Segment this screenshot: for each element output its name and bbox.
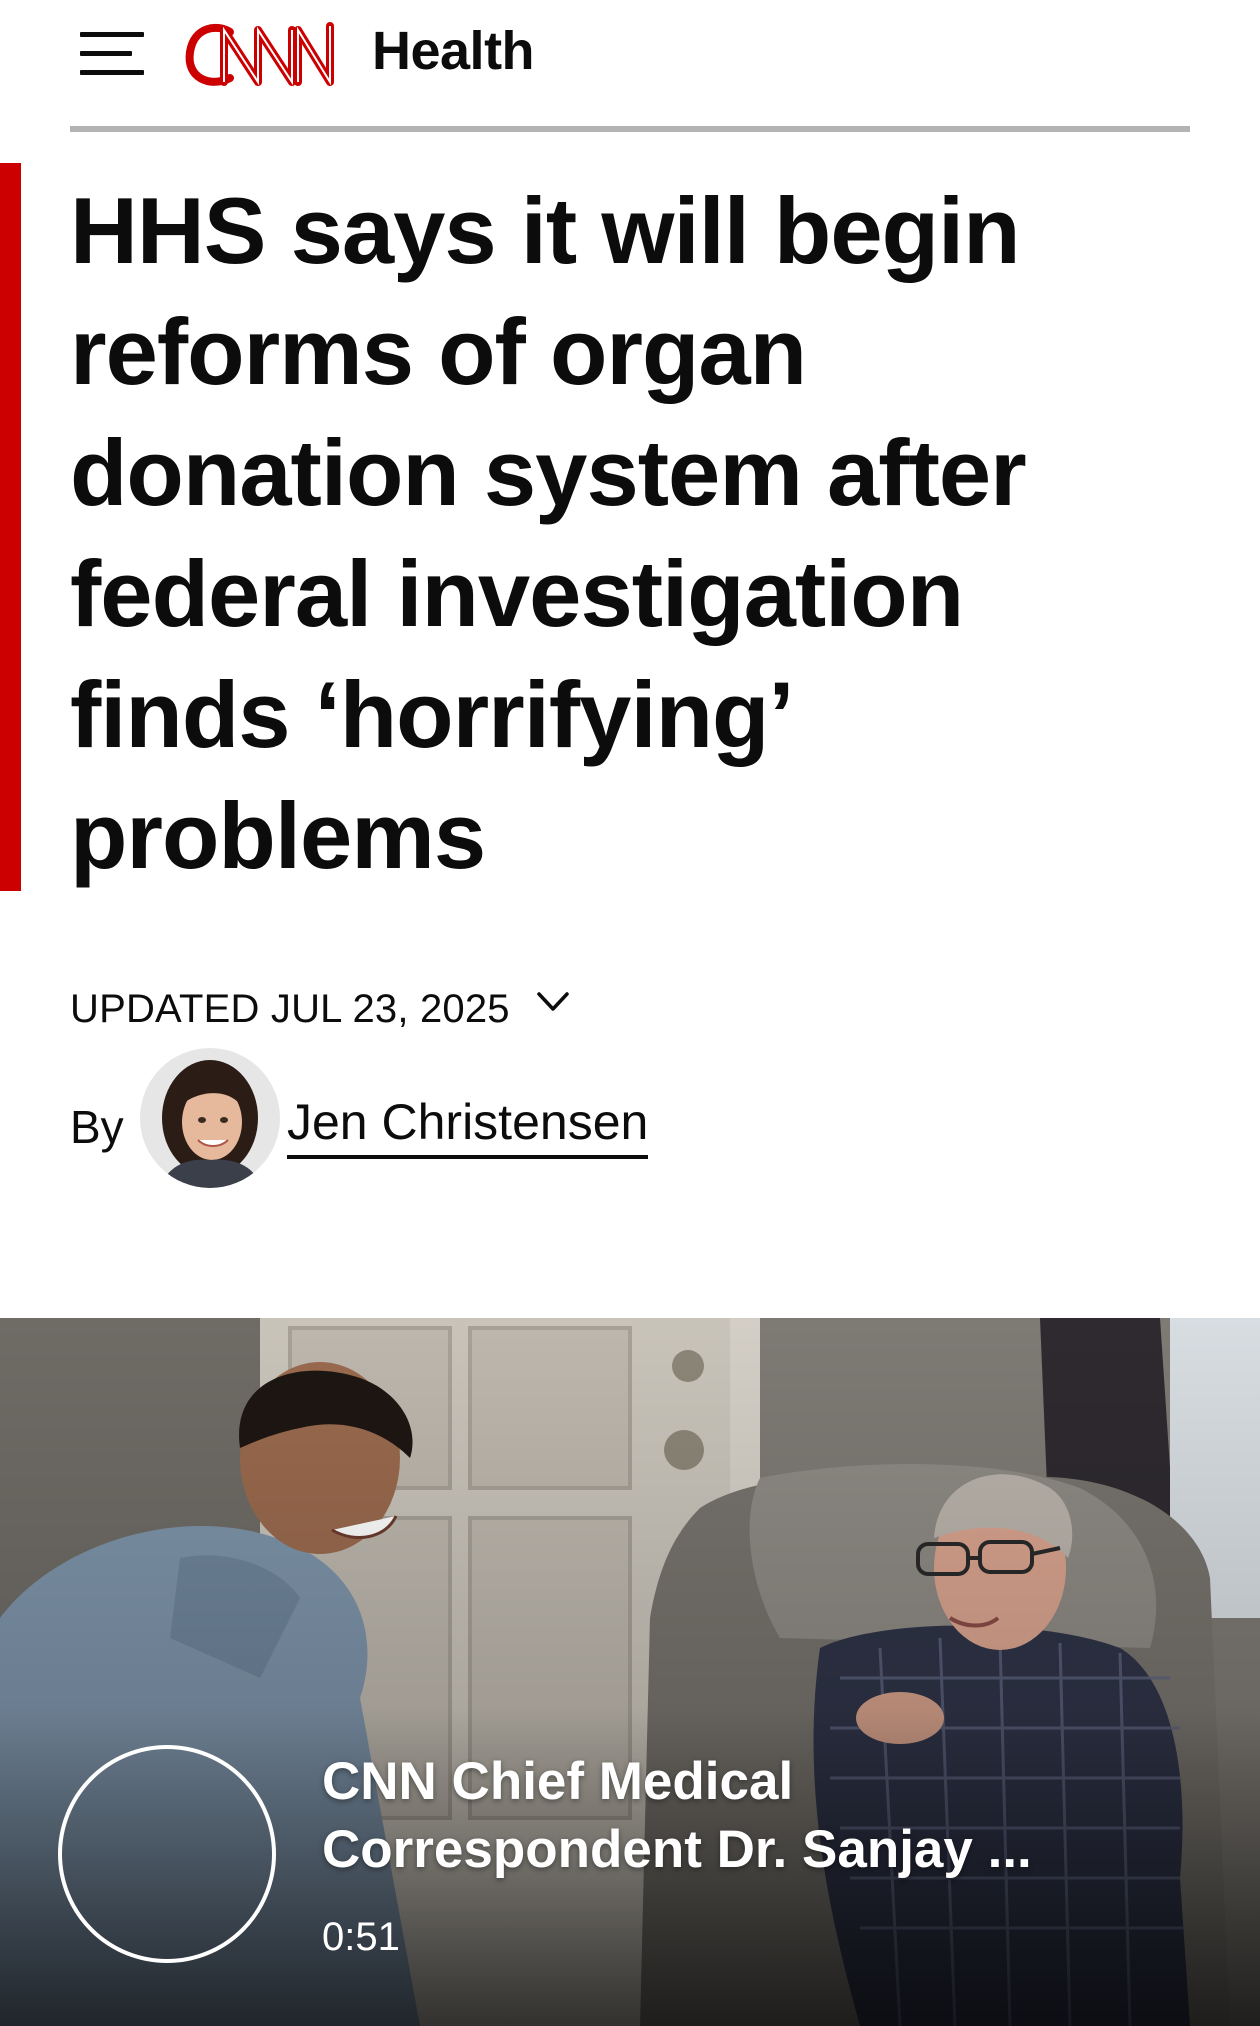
cnn-logo[interactable] (180, 16, 346, 94)
section-link-health[interactable]: Health (372, 20, 535, 82)
cnn-logo-mark (185, 22, 334, 86)
play-ring-icon[interactable] (58, 1745, 276, 1963)
timestamp-toggle[interactable]: UPDATED JUL 23, 2025 (70, 984, 570, 1034)
headline-accent-bar (0, 163, 21, 891)
header-divider (70, 126, 1190, 132)
author-avatar[interactable] (140, 1048, 280, 1188)
article-headline: HHS says it will begin reforms of organ … (70, 178, 1027, 888)
timestamp-text: UPDATED JUL 23, 2025 (70, 986, 510, 1031)
author-photo (140, 1048, 280, 1188)
menu-line (80, 51, 132, 56)
hamburger-menu-icon[interactable] (80, 30, 144, 76)
chevron-down-icon (537, 992, 569, 1011)
menu-line (80, 32, 144, 37)
video-title[interactable]: CNN Chief Medical Correspondent Dr. Sanj… (322, 1748, 1142, 1884)
byline-prefix: By (70, 1101, 124, 1153)
author-link[interactable]: Jen Christensen (287, 1095, 649, 1159)
video-duration: 0:51 (322, 1915, 400, 1959)
menu-line (80, 70, 144, 75)
